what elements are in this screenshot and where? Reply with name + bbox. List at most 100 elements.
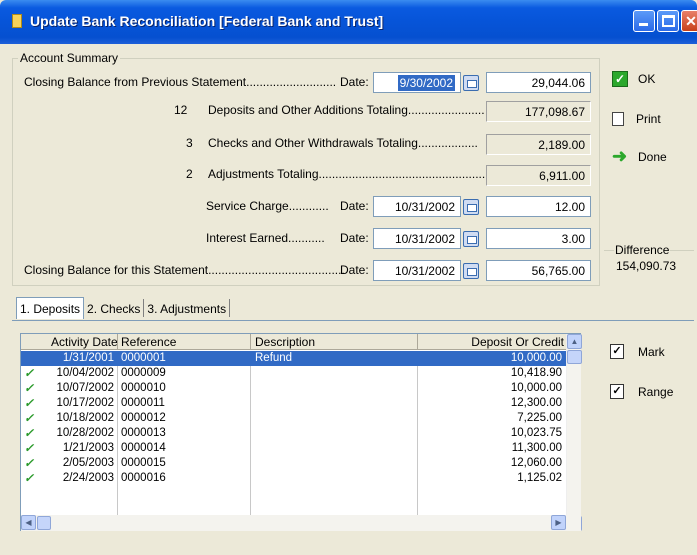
maximize-icon xyxy=(662,15,675,27)
table-row[interactable]: ✓ 1/21/2003 0000014 11,300.00 xyxy=(21,441,566,456)
range-label: Range xyxy=(638,384,674,399)
cell-reference: 0000001 xyxy=(121,352,166,364)
calendar-icon[interactable] xyxy=(463,75,479,91)
cell-amount: 7,225.00 xyxy=(517,412,562,424)
deposits-total-field: 177,098.67 xyxy=(486,101,591,122)
interest-date-label: Date: xyxy=(340,231,369,245)
range-checkbox-icon: ✓ xyxy=(610,384,624,399)
calendar-icon[interactable] xyxy=(463,263,479,279)
closing-this-date-field[interactable]: 10/31/2002 xyxy=(373,260,461,281)
checkmark-icon: ✓ xyxy=(24,441,35,455)
closing-prev-date-field[interactable]: 9/30/2002 xyxy=(373,72,461,93)
minimize-button[interactable] xyxy=(633,10,655,32)
cell-amount: 11,300.00 xyxy=(511,442,562,454)
checkmark-icon: ✓ xyxy=(612,71,628,87)
calendar-icon[interactable] xyxy=(463,231,479,247)
closing-prev-date-value: 9/30/2002 xyxy=(397,75,455,91)
table-row[interactable]: 1/31/2001 0000001 Refund 10,000.00 xyxy=(21,351,566,366)
done-button[interactable]: ➜ Done xyxy=(612,144,667,170)
closing-this-label: Closing Balance for this Statement......… xyxy=(24,263,345,277)
cell-amount: 10,023.75 xyxy=(510,427,562,439)
title-bar: Update Bank Reconciliation [Federal Bank… xyxy=(0,0,697,44)
checkmark-icon: ✓ xyxy=(24,366,35,380)
scroll-right-icon[interactable]: ▶ xyxy=(551,515,566,530)
checks-count: 3 xyxy=(186,136,193,150)
cell-reference: 0000013 xyxy=(121,427,166,439)
checkmark-icon: ✓ xyxy=(24,426,35,440)
table-row[interactable]: ✓ 10/28/2002 0000013 10,023.75 xyxy=(21,426,566,441)
deposits-grid[interactable]: Activity Date Reference Description Depo… xyxy=(20,333,582,531)
cell-amount: 12,060.00 xyxy=(510,457,562,469)
scroll-up-icon[interactable]: ▲ xyxy=(567,334,582,349)
closing-prev-label: Closing Balance from Previous Statement.… xyxy=(24,75,337,89)
difference-label: Difference xyxy=(614,243,671,257)
checkmark-icon: ✓ xyxy=(24,456,35,470)
service-charge-date-field[interactable]: 10/31/2002 xyxy=(373,196,461,217)
ok-label: OK xyxy=(638,72,656,86)
header-deposit-or-credit[interactable]: Deposit Or Credit xyxy=(471,335,564,349)
closing-this-date-label: Date: xyxy=(340,263,369,277)
cell-reference: 0000011 xyxy=(121,397,165,409)
scroll-thumb[interactable] xyxy=(567,350,582,364)
cell-activity-date: 1/21/2003 xyxy=(62,442,114,454)
cell-activity-date: 1/31/2001 xyxy=(62,352,114,364)
scroll-left-icon[interactable]: ◀ xyxy=(21,515,36,530)
grid-body: 1/31/2001 0000001 Refund 10,000.00 ✓ 10/04/20… xyxy=(21,351,566,516)
service-charge-amount-field[interactable]: 12.00 xyxy=(486,196,591,217)
range-button[interactable]: ✓ Range xyxy=(610,384,673,399)
table-row[interactable]: ✓ 10/04/2002 0000009 10,418.90 xyxy=(21,366,566,381)
close-icon: ✕ xyxy=(685,13,697,29)
cell-reference: 0000015 xyxy=(121,457,166,469)
table-row[interactable]: ✓ 10/17/2002 0000011 12,300.00 xyxy=(21,396,566,411)
calendar-icon[interactable] xyxy=(463,199,479,215)
difference-group: Difference 154,090.73 xyxy=(604,242,694,286)
horizontal-scrollbar[interactable]: ◀ ▶ xyxy=(21,515,581,531)
cell-reference: 0000016 xyxy=(121,472,166,484)
header-separator[interactable] xyxy=(250,334,251,350)
account-summary-label: Account Summary xyxy=(18,51,121,65)
adjustments-label: Adjustments Totaling....................… xyxy=(208,167,489,181)
tab-adjustments[interactable]: 3. Adjustments xyxy=(144,299,231,317)
tab-checks[interactable]: 2. Checks xyxy=(84,299,145,317)
mark-button[interactable]: ✓ Mark xyxy=(610,344,665,359)
checks-total-field: 2,189.00 xyxy=(486,134,591,155)
ok-button[interactable]: ✓ OK xyxy=(612,66,655,92)
header-separator[interactable] xyxy=(117,334,118,350)
header-separator[interactable] xyxy=(417,334,418,350)
checkmark-icon: ✓ xyxy=(24,396,35,410)
done-label: Done xyxy=(638,150,667,164)
table-row[interactable]: ✓ 10/07/2002 0000010 10,000.00 xyxy=(21,381,566,396)
tab-divider xyxy=(12,320,694,321)
vertical-scrollbar[interactable]: ▲ ▼ xyxy=(566,334,582,531)
cell-activity-date: 10/04/2002 xyxy=(56,367,114,379)
interest-amount-field[interactable]: 3.00 xyxy=(486,228,591,249)
app-icon xyxy=(12,14,22,28)
checkmark-icon: ✓ xyxy=(24,381,35,395)
close-button[interactable]: ✕ xyxy=(681,10,697,32)
checkmark-icon: ✓ xyxy=(24,471,35,485)
interest-date-field[interactable]: 10/31/2002 xyxy=(373,228,461,249)
cell-description: Refund xyxy=(255,352,293,364)
closing-prev-date-label: Date: xyxy=(340,75,369,89)
table-row[interactable]: ✓ 10/18/2002 0000012 7,225.00 xyxy=(21,411,566,426)
tab-deposits[interactable]: 1. Deposits xyxy=(16,297,85,319)
cell-amount: 1,125.02 xyxy=(517,472,562,484)
cell-reference: 0000009 xyxy=(121,367,166,379)
cell-activity-date: 2/24/2003 xyxy=(62,472,114,484)
print-button[interactable]: Print xyxy=(612,106,661,132)
mark-checkbox-icon: ✓ xyxy=(610,344,624,359)
header-activity-date[interactable]: Activity Date xyxy=(51,335,118,349)
table-row[interactable]: ✓ 2/05/2003 0000015 12,060.00 xyxy=(21,456,566,471)
maximize-button[interactable] xyxy=(657,10,679,32)
minimize-icon xyxy=(639,23,648,26)
interest-label: Interest Earned........... xyxy=(206,231,325,245)
header-reference[interactable]: Reference xyxy=(121,335,176,349)
cell-amount: 10,418.90 xyxy=(510,367,562,379)
header-description[interactable]: Description xyxy=(255,335,315,349)
closing-this-amount-field[interactable]: 56,765.00 xyxy=(486,260,591,281)
table-row[interactable]: ✓ 2/24/2003 0000016 1,125.02 xyxy=(21,471,566,486)
closing-prev-amount-field[interactable]: 29,044.06 xyxy=(486,72,591,93)
scroll-thumb[interactable] xyxy=(37,516,51,530)
checkmark-icon: ✓ xyxy=(24,411,35,425)
adjustments-total-field: 6,911.00 xyxy=(486,165,591,186)
